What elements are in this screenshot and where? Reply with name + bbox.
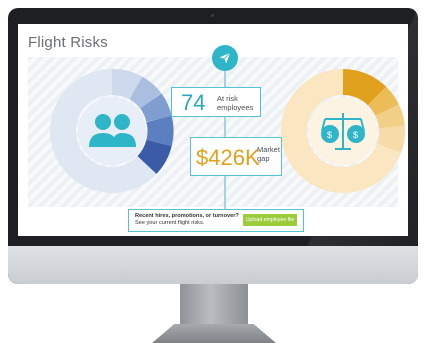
market-gap-card: $426K Market gap xyxy=(190,137,282,176)
market-gap-value: $426K xyxy=(196,145,260,170)
connector-line xyxy=(224,174,226,209)
at-risk-card: 74 At risk employees xyxy=(171,87,261,117)
connector-line xyxy=(224,115,226,137)
upload-prompt-text: Recent hires, promotions, or turnover? Se… xyxy=(135,213,239,226)
upload-prompt-card: Recent hires, promotions, or turnover? Se… xyxy=(128,209,304,232)
market-gap-donut: $ $ xyxy=(281,69,405,193)
monitor-stand-neck xyxy=(180,284,248,328)
at-risk-count: 74 xyxy=(181,90,206,115)
page-title: Flight Risks xyxy=(28,34,108,51)
svg-text:$: $ xyxy=(327,130,332,140)
svg-text:$: $ xyxy=(353,130,358,140)
upload-employee-file-button[interactable]: Upload employee file xyxy=(243,214,297,226)
market-gap-label: Market gap xyxy=(257,145,280,163)
monitor-stand-base xyxy=(152,324,276,343)
at-risk-label: At risk employees xyxy=(217,94,254,112)
monitor-chin xyxy=(8,246,418,284)
app-screen: Flight Risks $ $ 74 At risk employees $4… xyxy=(18,24,408,236)
paper-plane-icon xyxy=(212,45,238,71)
employee-risk-donut xyxy=(50,69,174,193)
camera-dot xyxy=(211,14,214,17)
